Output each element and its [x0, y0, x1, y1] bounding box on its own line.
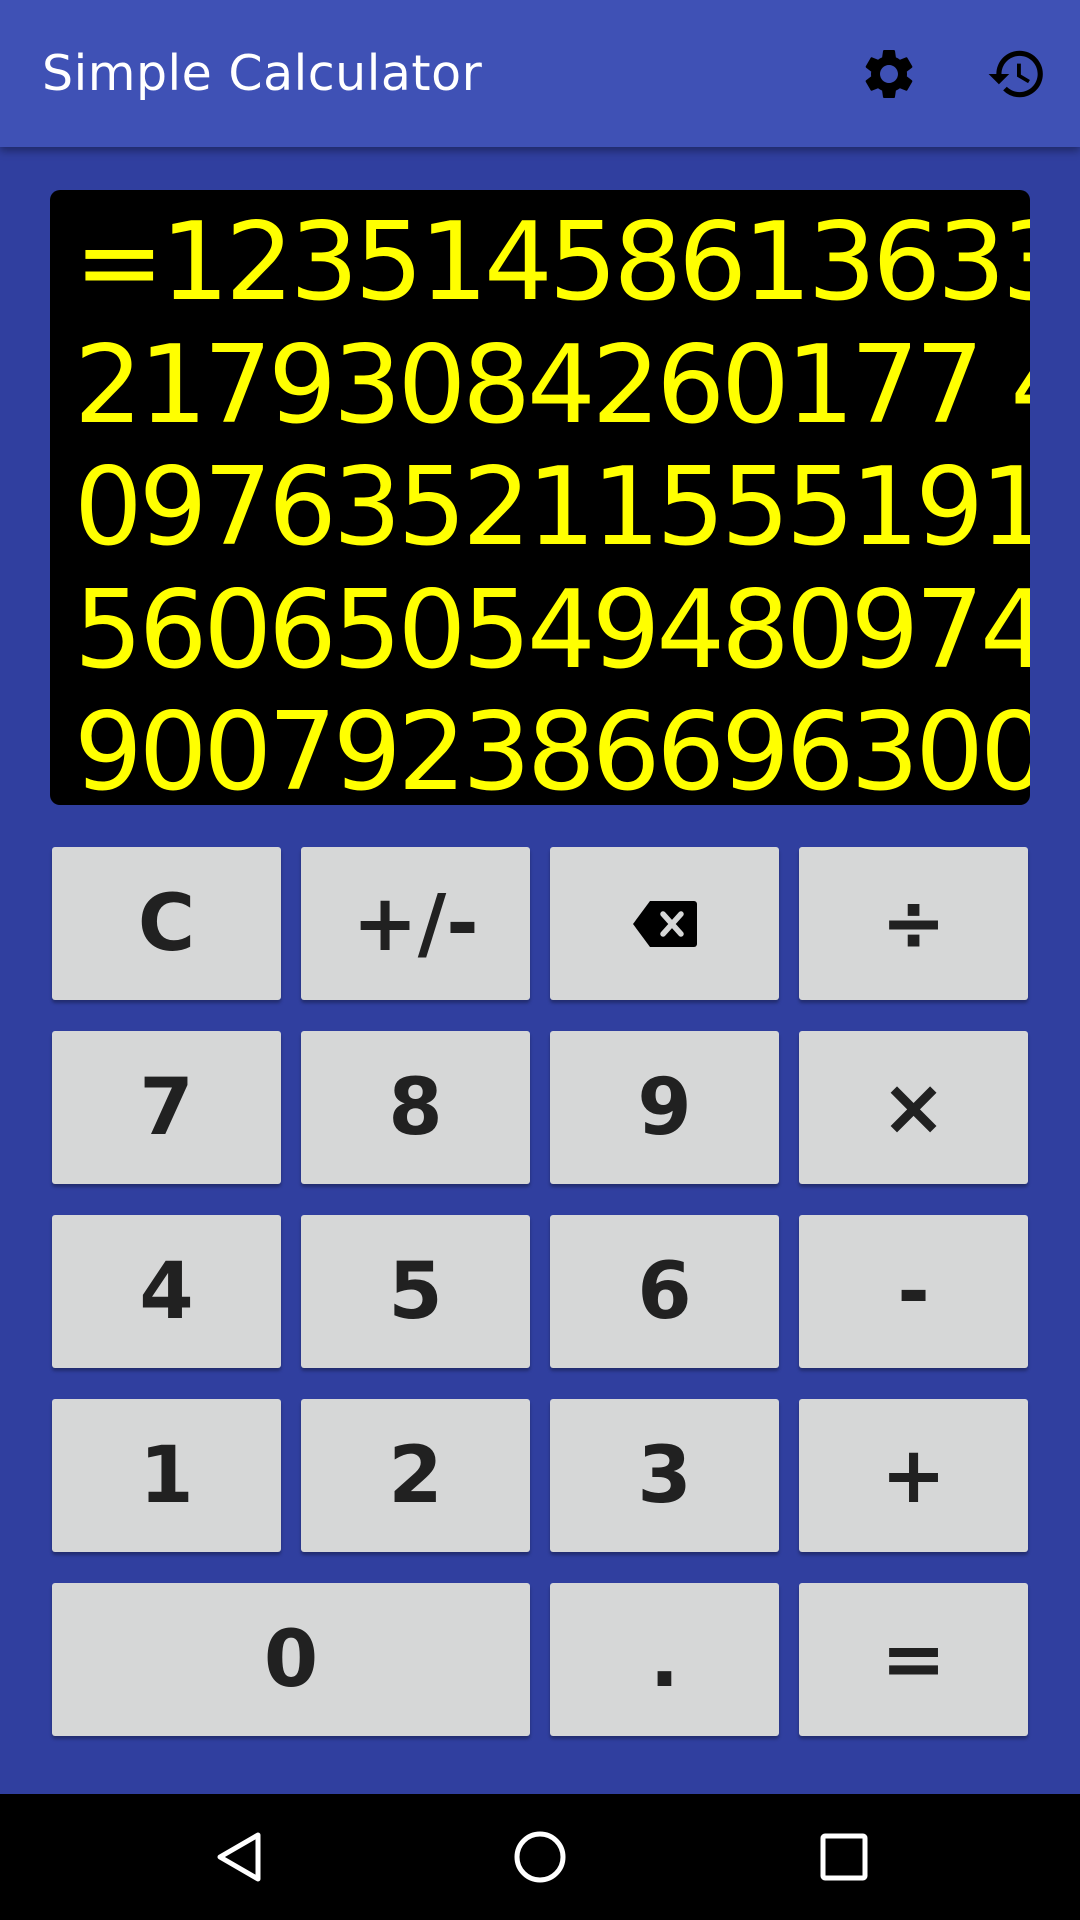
digit-0-button[interactable]: 0 — [52, 1583, 530, 1736]
app-title: Simple Calculator — [42, 45, 483, 102]
digit-5-button[interactable]: 5 — [301, 1215, 530, 1368]
digit-2-button[interactable]: 2 — [301, 1399, 530, 1552]
result-line: =12351458613633 — [74, 200, 1030, 325]
result-text: =12351458613633 21793084260177 4 0976352… — [74, 201, 1030, 805]
keypad: C +/- ÷ 7 8 9 × 4 5 6 - 1 2 3 + 0 . = — [52, 847, 1028, 1737]
app-bar: Simple Calculator — [0, 0, 1080, 147]
result-line: 21793084260177 4 — [74, 322, 1030, 448]
result-line: 560650549480974 — [74, 567, 1030, 693]
equals-button[interactable]: = — [799, 1583, 1028, 1736]
plus-button[interactable]: + — [799, 1399, 1028, 1552]
back-triangle-icon — [217, 1832, 261, 1882]
history-button[interactable] — [979, 36, 1055, 112]
multiply-button[interactable]: × — [799, 1031, 1028, 1184]
digit-9-button[interactable]: 9 — [550, 1031, 779, 1184]
result-line: 097635211555191 — [74, 445, 1030, 570]
recents-button[interactable] — [804, 1817, 884, 1897]
digit-6-button[interactable]: 6 — [550, 1215, 779, 1368]
digit-7-button[interactable]: 7 — [52, 1031, 281, 1184]
result-display: =12351458613633 21793084260177 4 0976352… — [50, 190, 1030, 805]
gear-icon — [865, 49, 913, 98]
back-button[interactable] — [200, 1817, 280, 1897]
recents-square-icon — [820, 1833, 868, 1881]
divide-button[interactable]: ÷ — [799, 847, 1028, 1000]
digit-1-button[interactable]: 1 — [52, 1399, 281, 1552]
history-icon — [988, 50, 1043, 98]
backspace-icon — [632, 900, 697, 947]
decimal-button[interactable]: . — [550, 1583, 779, 1736]
home-button[interactable] — [500, 1817, 580, 1897]
backspace-button[interactable] — [550, 847, 779, 1000]
digit-3-button[interactable]: 3 — [550, 1399, 779, 1552]
digit-4-button[interactable]: 4 — [52, 1215, 281, 1368]
system-nav-bar — [0, 1794, 1080, 1920]
digit-8-button[interactable]: 8 — [301, 1031, 530, 1184]
plus-minus-button[interactable]: +/- — [301, 847, 530, 1000]
home-circle-icon — [514, 1831, 566, 1883]
result-line: 900792386696300 — [74, 690, 1030, 805]
minus-button[interactable]: - — [799, 1215, 1028, 1368]
clear-button[interactable]: C — [52, 847, 281, 1000]
settings-button[interactable] — [851, 36, 927, 112]
